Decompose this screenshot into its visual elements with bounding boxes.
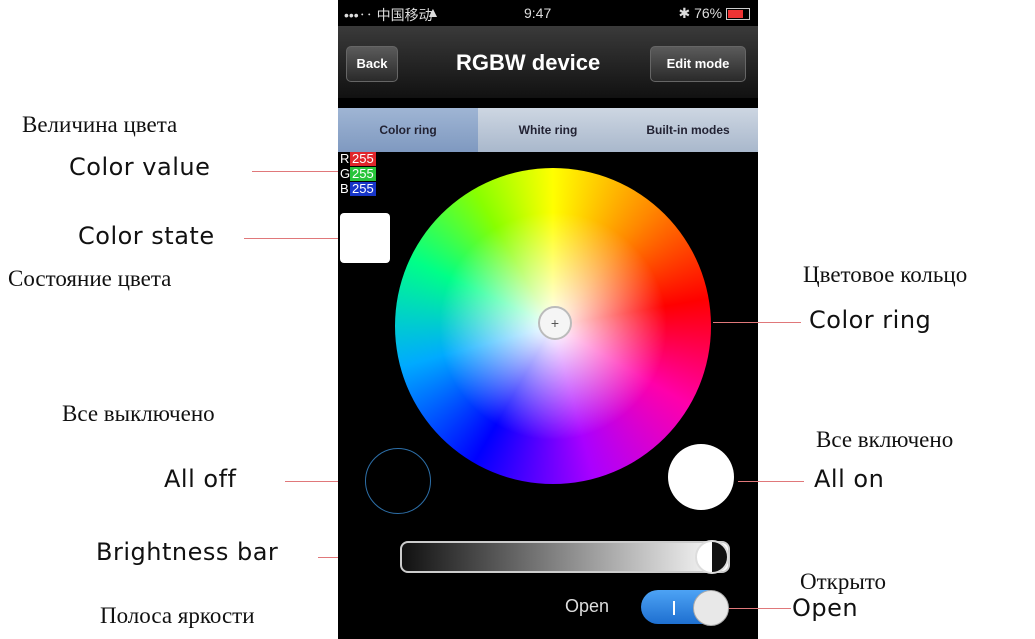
all-off-button[interactable]: [365, 448, 431, 514]
battery-status: ✱ 76%: [678, 5, 750, 22]
pointer-line-color-state: [244, 238, 338, 239]
annotation-all-on-ru: Все включено: [816, 427, 954, 452]
tab-bar: Color ring White ring Built-in modes: [338, 108, 758, 152]
blue-value: B 255: [340, 182, 394, 196]
wifi-icon: ▲: [426, 4, 440, 20]
pointer-line-open: [729, 608, 791, 609]
tab-white-ring[interactable]: White ring: [478, 108, 619, 152]
brightness-bar[interactable]: [400, 541, 730, 573]
brightness-slider-handle[interactable]: [695, 540, 729, 574]
annotation-open-ru: Открыто: [800, 569, 887, 594]
tab-built-in-modes[interactable]: Built-in modes: [618, 108, 758, 152]
annotation-color-state-ru: Состояние цвета: [8, 266, 172, 291]
green-channel-label: G: [340, 166, 351, 181]
pointer-line-color-value: [252, 171, 338, 172]
pointer-line-all-on: [738, 481, 804, 482]
status-time: 9:47: [524, 5, 552, 21]
tab-color-ring[interactable]: Color ring: [338, 108, 479, 152]
blue-channel-value: 255: [350, 181, 376, 196]
green-channel-value: 255: [350, 166, 376, 181]
green-value: G 255: [340, 167, 394, 181]
all-on-button[interactable]: [668, 444, 734, 510]
annotation-brightness-ru: Полоса яркости: [100, 603, 255, 628]
red-channel-label: R: [340, 151, 350, 166]
battery-icon: [726, 8, 750, 21]
red-value: R 255: [340, 152, 394, 166]
annotation-all-off-en: All off: [164, 465, 237, 493]
annotation-color-ring-ru: Цветовое кольцо: [803, 262, 968, 287]
toggle-knob[interactable]: [693, 590, 729, 626]
color-state-swatch: [340, 213, 390, 263]
navigation-bar: Back RGBW device Edit mode: [338, 26, 758, 98]
bluetooth-icon: ✱: [678, 5, 691, 21]
phone-screen: •••‥ 中国移动 ▲ 9:47 ✱ 76% Back RGBW device …: [338, 0, 758, 639]
annotation-color-state-en: Color state: [78, 222, 215, 250]
toggle-on-mark: [673, 601, 675, 615]
back-button[interactable]: Back: [346, 46, 398, 82]
pointer-line-color-ring: [713, 322, 801, 323]
color-ring-selector[interactable]: +: [538, 306, 572, 340]
annotation-open-en: Open: [792, 594, 859, 622]
status-bar: •••‥ 中国移动 ▲ 9:47 ✱ 76%: [338, 0, 758, 26]
annotation-color-value-en: Color value: [69, 153, 211, 181]
annotation-color-ring-en: Color ring: [809, 306, 932, 334]
red-channel-value: 255: [350, 151, 376, 166]
carrier-label: •••‥ 中国移动: [344, 7, 433, 23]
annotation-all-on-en: All on: [814, 465, 885, 493]
open-toggle-label: Open: [565, 596, 610, 616]
annotation-all-off-ru: Все выключено: [62, 401, 215, 426]
battery-percent: 76%: [694, 5, 723, 21]
blue-channel-label: B: [340, 181, 349, 196]
page-title: RGBW device: [456, 50, 601, 75]
annotation-brightness-en: Brightness bar: [96, 538, 279, 566]
annotation-color-value-ru: Величина цвета: [22, 112, 178, 137]
edit-mode-button[interactable]: Edit mode: [650, 46, 746, 82]
